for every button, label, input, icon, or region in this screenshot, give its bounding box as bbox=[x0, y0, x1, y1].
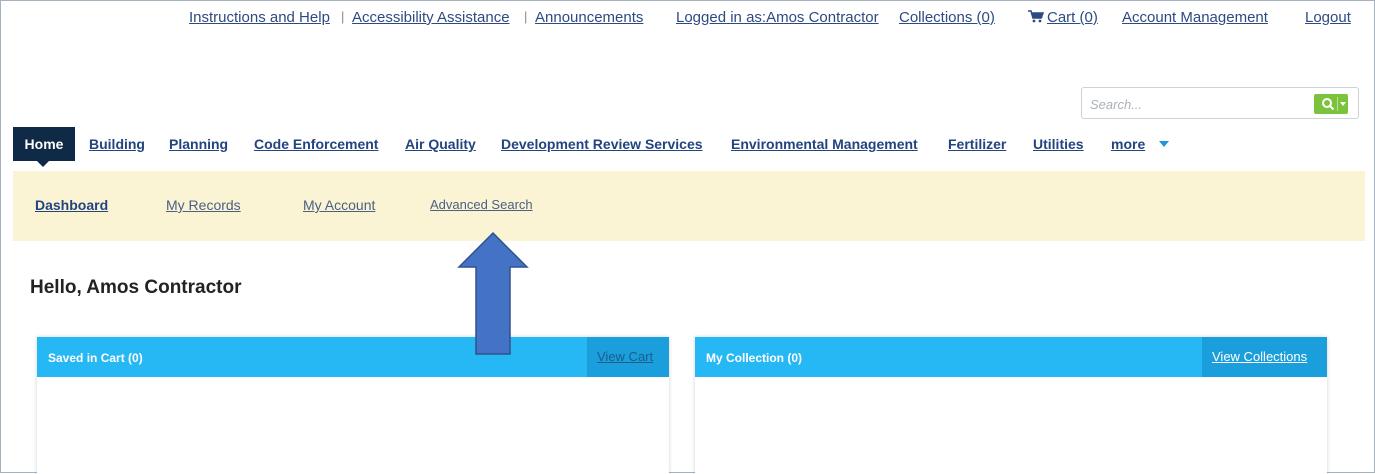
search-options-caret-icon[interactable] bbox=[1340, 102, 1346, 106]
top-utility-links: Instructions and Help | Accessibility As… bbox=[1, 9, 1374, 29]
panel-title: My Collection (0) bbox=[706, 351, 803, 365]
collections-link[interactable]: Collections (0) bbox=[899, 9, 995, 26]
nav-item-air-quality[interactable]: Air Quality bbox=[405, 127, 476, 161]
my-collection-panel: My Collection (0) View Collections bbox=[695, 337, 1327, 474]
panel-title: Saved in Cart (0) bbox=[48, 351, 143, 365]
subnav-item-my-records[interactable]: My Records bbox=[166, 197, 241, 213]
nav-item-fertilizer[interactable]: Fertilizer bbox=[948, 127, 1006, 161]
nav-item-home[interactable]: Home bbox=[13, 127, 75, 161]
saved-cart-panel: Saved in Cart (0) View Cart bbox=[37, 337, 669, 474]
panel-header: My Collection (0) View Collections bbox=[695, 337, 1327, 377]
subnav-item-my-account[interactable]: My Account bbox=[303, 197, 375, 213]
chevron-down-icon[interactable] bbox=[1159, 141, 1169, 147]
accessibility-link[interactable]: Accessibility Assistance bbox=[352, 9, 510, 26]
nav-item-building[interactable]: Building bbox=[89, 127, 145, 161]
sub-nav: Dashboard My Records My Account Advanced… bbox=[13, 171, 1365, 241]
subnav-item-advanced-search[interactable]: Advanced Search bbox=[430, 197, 533, 212]
search-button-divider bbox=[1337, 97, 1338, 111]
search-box bbox=[1081, 87, 1359, 119]
separator: | bbox=[524, 9, 528, 24]
panel-header: Saved in Cart (0) View Cart bbox=[37, 337, 669, 377]
separator: | bbox=[341, 9, 345, 24]
view-collections-button[interactable]: View Collections bbox=[1202, 337, 1327, 377]
logged-in-user-link[interactable]: Logged in as:Amos Contractor bbox=[676, 9, 879, 26]
instructions-help-link[interactable]: Instructions and Help bbox=[189, 9, 330, 26]
announcements-link[interactable]: Announcements bbox=[535, 9, 643, 26]
active-tab-notch bbox=[37, 161, 49, 167]
cart-link-wrap[interactable]: Cart (0) bbox=[1028, 9, 1098, 27]
annotation-up-arrow-icon bbox=[457, 231, 529, 355]
nav-item-more[interactable]: more bbox=[1111, 127, 1145, 161]
cart-link[interactable]: Cart (0) bbox=[1047, 9, 1098, 26]
greeting-heading: Hello, Amos Contractor bbox=[30, 277, 242, 298]
nav-item-code-enforcement[interactable]: Code Enforcement bbox=[254, 127, 378, 161]
subnav-item-dashboard[interactable]: Dashboard bbox=[35, 197, 108, 213]
search-input[interactable] bbox=[1088, 95, 1312, 113]
search-icon bbox=[1322, 98, 1335, 111]
logout-link[interactable]: Logout bbox=[1305, 9, 1351, 26]
nav-item-environmental-management[interactable]: Environmental Management bbox=[731, 127, 918, 161]
account-management-link[interactable]: Account Management bbox=[1122, 9, 1268, 26]
search-button[interactable] bbox=[1314, 94, 1348, 114]
view-cart-button[interactable]: View Cart bbox=[587, 337, 669, 377]
cart-icon bbox=[1028, 10, 1045, 27]
nav-item-development-review[interactable]: Development Review Services bbox=[501, 127, 703, 161]
nav-item-utilities[interactable]: Utilities bbox=[1033, 127, 1084, 161]
nav-item-planning[interactable]: Planning bbox=[169, 127, 228, 161]
